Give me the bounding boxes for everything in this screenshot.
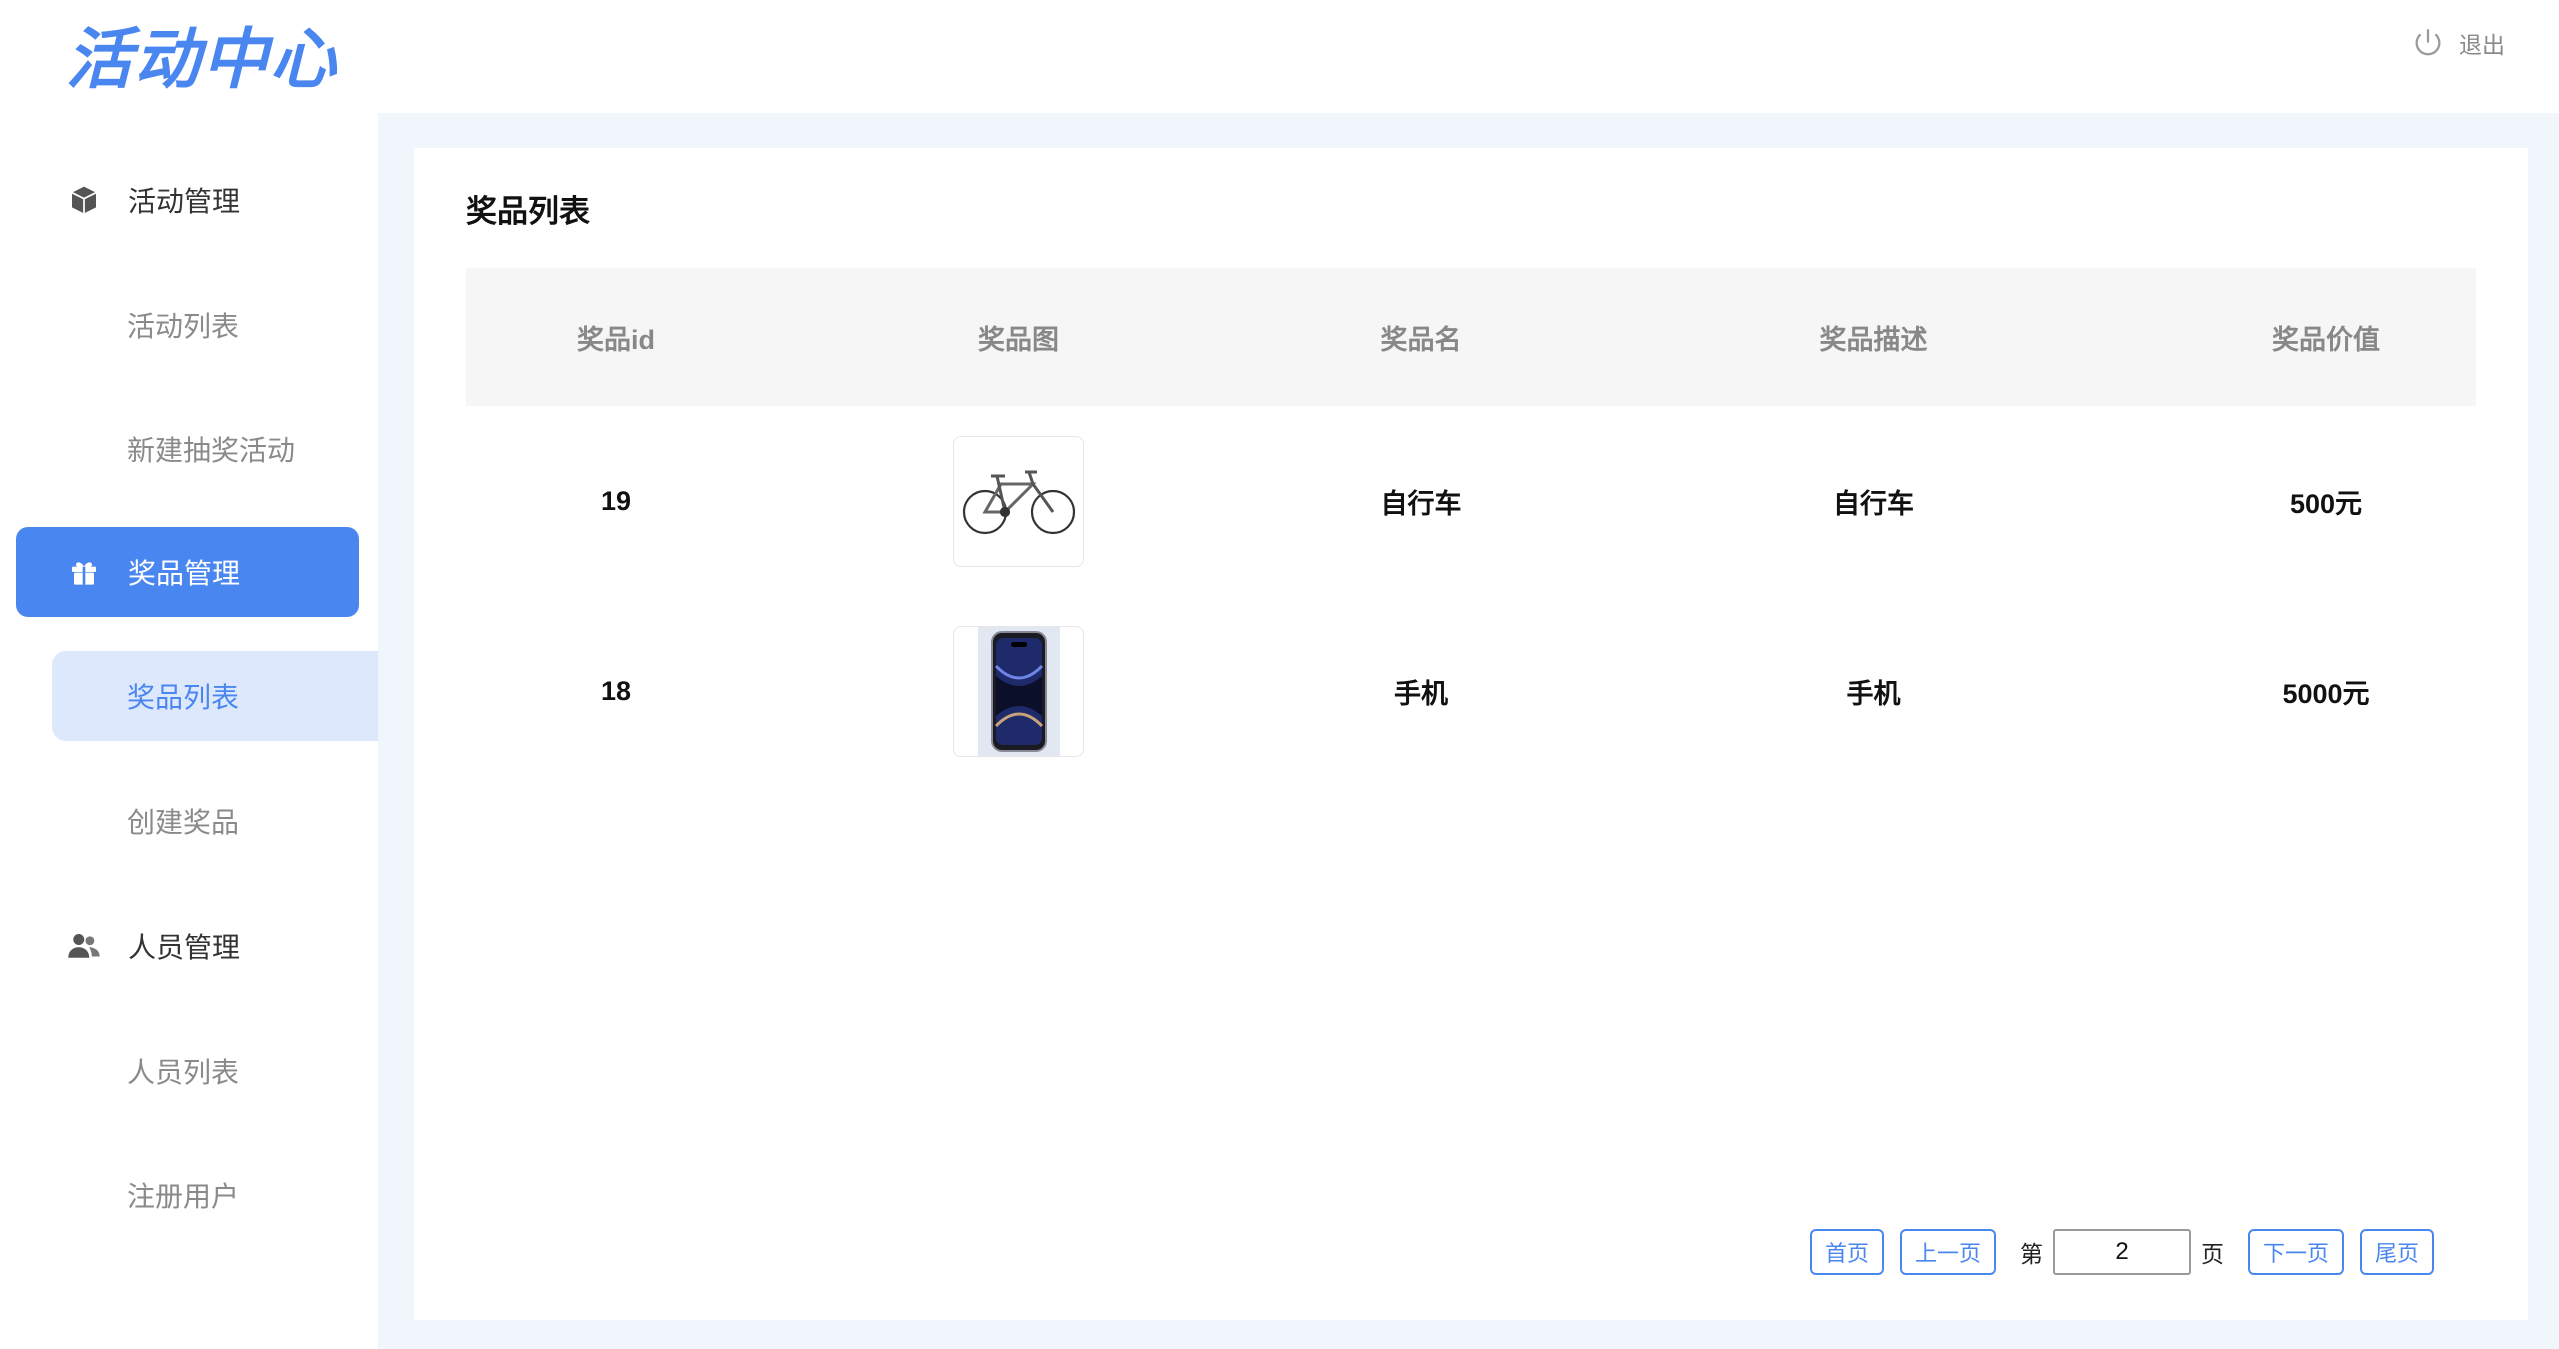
column-header-description: 奖品描述: [1819, 324, 1928, 355]
sidebar-item-new-lottery[interactable]: 新建抽奖活动: [52, 404, 378, 494]
table-row[interactable]: 19 自行车 自行车 500元: [466, 406, 2476, 596]
sidebar-item-label: 新建抽奖活动: [127, 435, 296, 466]
sidebar-item-label: 奖品列表: [127, 682, 240, 713]
prize-name: 自行车: [1380, 488, 1462, 519]
last-page-button[interactable]: 尾页: [2360, 1229, 2435, 1275]
table-row[interactable]: 18 手机 手机 5000元: [466, 596, 2476, 786]
app-logo: 活动中心: [66, 21, 338, 98]
sidebar-item-register-user[interactable]: 注册用户: [52, 1150, 378, 1240]
cube-icon: [66, 182, 102, 218]
sidebar-item-label: 注册用户: [127, 1181, 240, 1212]
sidebar-item-activity-list[interactable]: 活动列表: [52, 280, 378, 370]
prize-table: 奖品id 奖品图 奖品名 奖品描述 奖品价值 19 自行车 自行车 500元 1…: [466, 268, 2476, 786]
first-page-button[interactable]: 首页: [1810, 1229, 1885, 1275]
sidebar-item-label: 人员列表: [127, 1057, 240, 1088]
gift-icon: [66, 554, 102, 590]
sidebar-item-prize-list[interactable]: 奖品列表: [52, 651, 378, 741]
next-page-button[interactable]: 下一页: [2248, 1229, 2345, 1275]
prize-list-card: 奖品列表 奖品id 奖品图 奖品名 奖品描述 奖品价值 19 自行车 自行车 5…: [414, 148, 2528, 1320]
logout-label: 退出: [2459, 32, 2505, 58]
prize-id: 18: [600, 675, 632, 706]
sidebar-item-create-prize[interactable]: 创建奖品: [52, 776, 378, 866]
prize-value: 5000元: [2282, 678, 2370, 709]
prize-description: 自行车: [1833, 488, 1914, 519]
pagination: 首页 上一页 第 页 下一页 尾页: [1810, 1228, 2435, 1276]
sidebar-group-prize[interactable]: 奖品管理: [16, 527, 359, 617]
sidebar-item-user-list[interactable]: 人员列表: [52, 1026, 378, 1116]
prize-value: 500元: [2289, 488, 2363, 519]
column-header-id: 奖品id: [577, 324, 655, 355]
sidebar-group-activity[interactable]: 活动管理: [16, 155, 359, 245]
page-title: 奖品列表: [466, 194, 590, 229]
sidebar-group-users[interactable]: 人员管理: [16, 901, 359, 991]
sidebar: 活动管理 活动列表 新建抽奖活动 奖品管理 奖品列表 创建奖品 人员管理 人员列…: [0, 113, 378, 1349]
prize-id: 19: [600, 485, 632, 516]
page-prefix: 第: [2020, 1242, 2044, 1268]
logout-button[interactable]: 退出: [2411, 26, 2505, 60]
sidebar-item-label: 活动列表: [127, 311, 240, 342]
page-suffix: 页: [2201, 1242, 2225, 1268]
prize-name: 手机: [1394, 678, 1448, 709]
phone-image[interactable]: [953, 625, 1084, 757]
bicycle-image[interactable]: [953, 435, 1084, 567]
header: 活动中心 退出: [0, 0, 2559, 113]
column-header-value: 奖品价值: [2272, 324, 2380, 355]
page-number-input[interactable]: [2053, 1229, 2192, 1275]
column-header-image: 奖品图: [978, 324, 1059, 355]
prize-description: 手机: [1846, 678, 1901, 709]
sidebar-group-label: 人员管理: [128, 932, 241, 963]
prev-page-button[interactable]: 上一页: [1900, 1229, 1997, 1275]
sidebar-group-label: 活动管理: [128, 186, 241, 217]
sidebar-group-label: 奖品管理: [128, 558, 241, 589]
table-header: 奖品id 奖品图 奖品名 奖品描述 奖品价值: [466, 268, 2476, 406]
power-icon: [2415, 29, 2441, 56]
sidebar-item-label: 创建奖品: [127, 807, 240, 838]
users-icon: [66, 928, 102, 964]
column-header-name: 奖品名: [1380, 324, 1462, 355]
